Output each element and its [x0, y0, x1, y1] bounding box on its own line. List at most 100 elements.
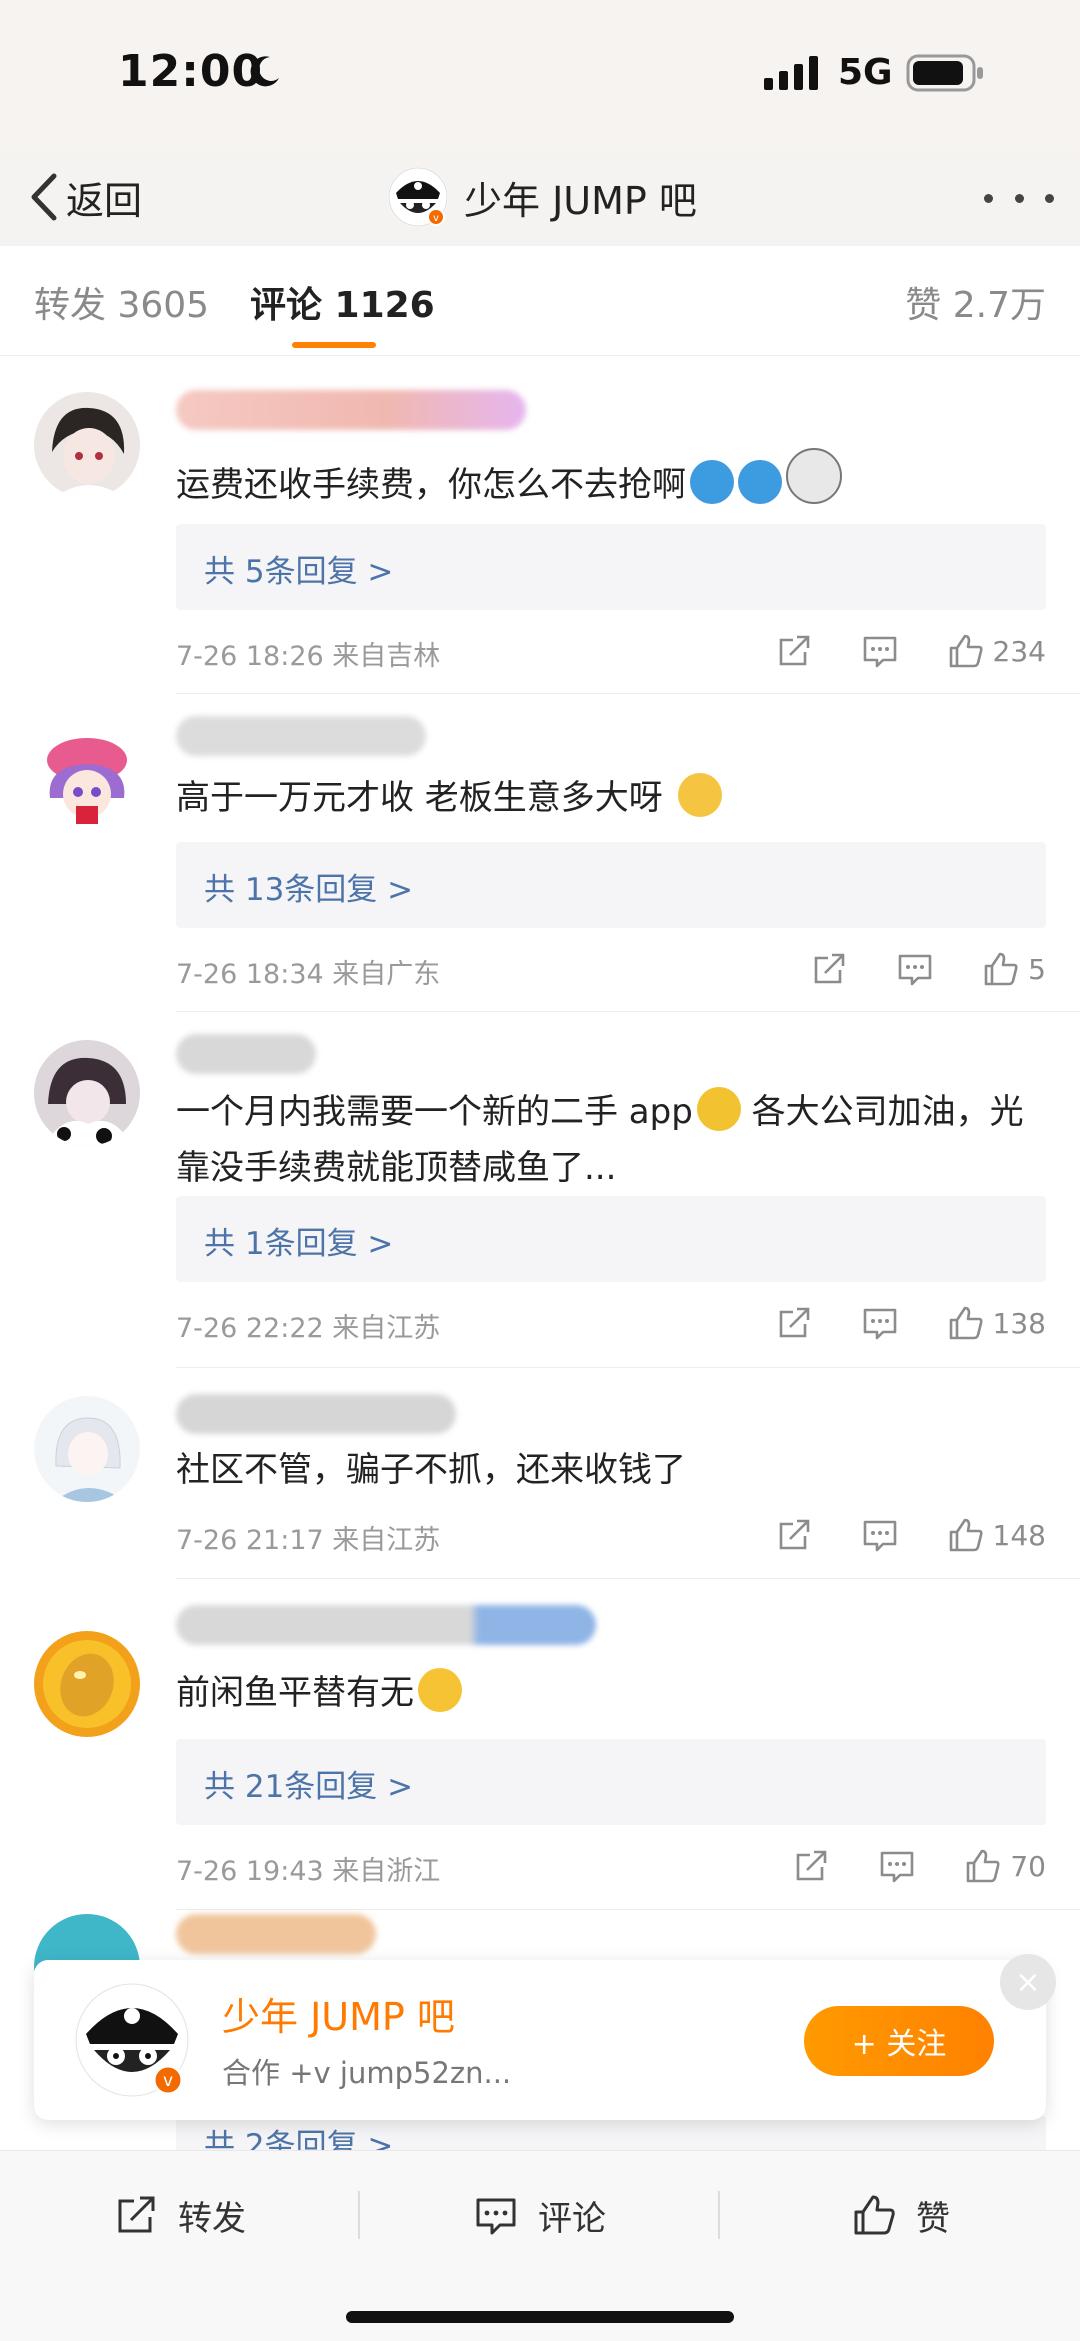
- username-blurred[interactable]: [176, 1394, 456, 1434]
- share-button[interactable]: [775, 1516, 813, 1554]
- comment-icon: [898, 954, 932, 986]
- share-icon: [118, 2196, 155, 2233]
- tab-likes[interactable]: 赞 2.7万: [905, 276, 1046, 328]
- back-label: 返回: [66, 178, 143, 223]
- share-icon: [779, 1519, 809, 1550]
- bottom-action-bar: 转发 评论 赞: [0, 2150, 1080, 2341]
- reply-button[interactable]: [861, 1516, 899, 1554]
- comment-meta: 7-26 22:22 来自江苏: [176, 1313, 441, 1344]
- username-blurred[interactable]: [176, 1605, 596, 1645]
- account-name: 少年 JUMP 吧: [464, 178, 697, 223]
- username-blurred[interactable]: [176, 1034, 316, 1074]
- svg-text:v: v: [163, 2071, 173, 2091]
- like-count: 5: [1028, 952, 1046, 986]
- like-button[interactable]: 138: [947, 1304, 1046, 1342]
- dot-icon: [1045, 193, 1054, 203]
- comment-actions: 5: [810, 946, 1046, 992]
- tab-repost[interactable]: 转发 3605: [34, 276, 209, 328]
- emoji-icon: [677, 773, 722, 817]
- share-icon: [779, 635, 809, 666]
- moon-icon: [250, 56, 279, 87]
- pirate-logo-icon: v: [75, 1983, 189, 2097]
- thumbs-up-icon: [984, 952, 1018, 986]
- reply-button[interactable]: [861, 1304, 899, 1342]
- thumbs-up-icon: [949, 1306, 983, 1340]
- avatar-image: [34, 1040, 140, 1146]
- comment-meta: 7-26 18:34 来自广东: [176, 959, 441, 990]
- home-indicator: [346, 2311, 734, 2323]
- back-button[interactable]: 返回: [26, 162, 142, 232]
- replies-link[interactable]: 共 13条回复 >: [176, 842, 1046, 928]
- like-label: 赞: [916, 2198, 950, 2239]
- repost-label: 转发: [178, 2198, 246, 2239]
- comment-text: 前闲鱼平替有无: [176, 1665, 1036, 1721]
- replies-link[interactable]: 共 5条回复 >: [176, 524, 1046, 610]
- replies-link[interactable]: 共 1条回复 >: [176, 1196, 1046, 1282]
- comment-meta: 7-26 18:26 来自吉林: [176, 641, 441, 672]
- username-blurred[interactable]: [176, 390, 526, 430]
- username-blurred[interactable]: [176, 1914, 376, 1954]
- comment-label: 评论: [538, 2198, 606, 2239]
- thumbs-up-icon: [967, 1849, 1000, 1883]
- share-button[interactable]: [775, 1304, 813, 1342]
- reply-button[interactable]: [896, 950, 934, 988]
- comment-actions: 138: [775, 1300, 1046, 1346]
- account-avatar[interactable]: v: [74, 1982, 190, 2098]
- like-button[interactable]: 70: [964, 1847, 1046, 1885]
- more-options-button[interactable]: [984, 180, 1054, 216]
- pirate-logo-icon: v: [388, 167, 448, 227]
- avatar[interactable]: [34, 392, 140, 498]
- username-blurred[interactable]: [176, 716, 426, 756]
- like-count: 138: [992, 1306, 1046, 1340]
- share-button[interactable]: [775, 632, 813, 670]
- close-icon[interactable]: ×: [1000, 1954, 1056, 2010]
- status-time: 12:00: [118, 46, 264, 97]
- share-button[interactable]: [792, 1847, 830, 1885]
- divider: [176, 1578, 1080, 1579]
- account-title[interactable]: v 少年 JUMP 吧: [388, 162, 697, 232]
- avatar[interactable]: [34, 1040, 140, 1146]
- replies-link[interactable]: 共 21条回复 >: [176, 1739, 1046, 1825]
- share-icon: [779, 1307, 809, 1338]
- divider: [176, 1909, 1080, 1910]
- share-icon: [814, 953, 845, 984]
- repost-button[interactable]: 转发: [114, 2185, 246, 2245]
- cat-sticker-icon: [786, 448, 842, 504]
- share-button[interactable]: [810, 950, 848, 988]
- tab-comments[interactable]: 评论 1126: [250, 276, 435, 328]
- comment-actions: 234: [775, 628, 1046, 674]
- doraemon-emoji-icon: [690, 460, 734, 504]
- follow-button[interactable]: + 关注: [804, 2006, 994, 2076]
- avatar[interactable]: [34, 1631, 140, 1737]
- navigation-bar: 返回 v 少年 JUMP 吧: [0, 150, 1080, 246]
- like-button[interactable]: 5: [982, 950, 1046, 988]
- follow-card-name[interactable]: 少年 JUMP 吧: [222, 1986, 455, 2041]
- reply-button[interactable]: [861, 632, 899, 670]
- follow-card-description: 合作 +v jump52zn...: [222, 2056, 512, 2090]
- comment-icon: [863, 1308, 896, 1340]
- avatar[interactable]: [34, 1396, 140, 1502]
- laughing-emoji-icon: [418, 1668, 462, 1712]
- active-tab-indicator: [292, 342, 376, 348]
- comment-text: 高于一万元才收 老板生意多大呀: [176, 770, 1036, 826]
- avatar-image: [34, 1396, 140, 1502]
- share-icon: [797, 1850, 827, 1881]
- signal-icon: [764, 56, 818, 90]
- like-button[interactable]: 赞: [852, 2185, 950, 2245]
- like-button[interactable]: 234: [947, 632, 1046, 670]
- comment-meta: 7-26 19:43 来自浙江: [176, 1856, 441, 1887]
- like-button[interactable]: 148: [947, 1516, 1046, 1554]
- thumbs-up-icon: [854, 2195, 895, 2235]
- svg-text:v: v: [433, 213, 439, 224]
- thumbs-up-icon: [949, 634, 983, 668]
- like-count: 70: [1010, 1849, 1046, 1883]
- account-avatar: v: [388, 167, 448, 227]
- tab-bar: 转发 3605 评论 1126 赞 2.7万: [0, 246, 1080, 356]
- separator: [718, 2191, 720, 2239]
- comment-icon: [863, 636, 896, 668]
- avatar[interactable]: [34, 728, 140, 834]
- reply-button[interactable]: [878, 1847, 916, 1885]
- doraemon-emoji-icon: [738, 460, 782, 504]
- comment-button[interactable]: 评论: [474, 2185, 606, 2245]
- separator: [358, 2191, 360, 2239]
